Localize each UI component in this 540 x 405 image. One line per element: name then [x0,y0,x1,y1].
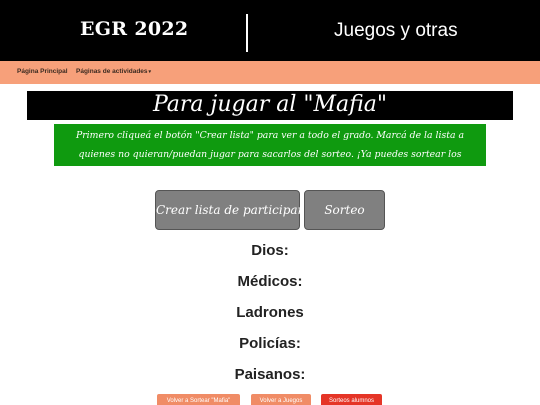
site-header: EGR 2022 Juegos y otras [0,0,540,61]
role-doctors-label: Médicos: [237,273,303,290]
chevron-down-icon: ▾ [148,69,152,75]
instructions-text: Primero cliqueá el botón "Crear lista" p… [75,130,464,179]
nav-dropdown-activities-label: Páginas de actividades [76,68,148,75]
role-police-label: Policías: [239,335,301,352]
back-to-mafia-button[interactable]: Volver a Sortear "Mafia" [157,394,240,405]
header-divider [246,14,248,52]
site-subtitle: Juegos y otras [334,20,458,41]
instructions-box: Primero cliqueá el botón "Crear lista" p… [54,124,486,179]
role-villagers-label: Paisanos: [234,366,306,383]
page-title: Para jugar al "Mafia" [152,92,388,117]
create-list-button[interactable]: Crear lista de participantes [155,190,323,230]
draw-button[interactable]: Sorteo [304,190,385,230]
role-gods-label: Dios: [251,242,289,259]
back-to-games-button[interactable]: Volver a Juegos [251,394,311,405]
nav-dropdown-activities[interactable]: Páginas de actividades▾ [76,68,151,75]
student-draws-button[interactable]: Sorteos alumnos [321,394,382,405]
site-title[interactable]: EGR 2022 [80,18,188,40]
role-thieves-label: Ladrones [236,304,304,321]
game-title-banner: Para jugar al "Mafia" [27,91,513,120]
nav-bar: Página Principal Páginas de actividades▾ [0,61,540,84]
nav-link-home[interactable]: Página Principal [17,68,68,75]
